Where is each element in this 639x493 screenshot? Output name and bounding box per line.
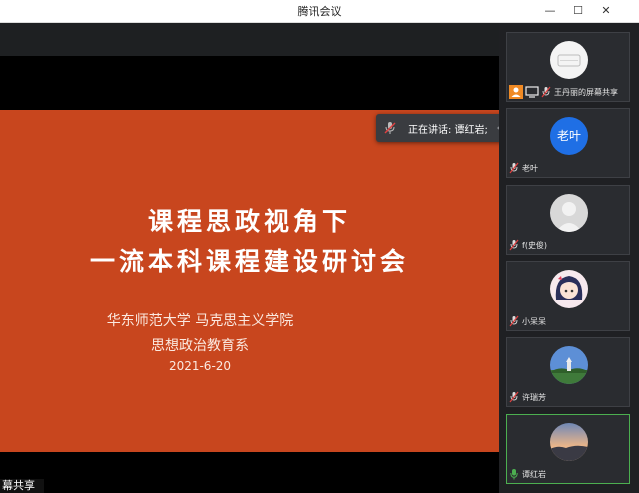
- speaking-text: 正在讲话: 谭红岩;: [408, 125, 488, 136]
- anime-girl-avatar: [550, 270, 588, 308]
- letterbox-bottom: [0, 452, 499, 493]
- landscape-photo-avatar: [550, 346, 588, 384]
- slide-date: 2021-6-20: [168, 359, 232, 373]
- maximize-button[interactable]: ☐: [569, 2, 587, 20]
- default-person-avatar: [550, 194, 588, 232]
- mic-muted-icon: [509, 315, 519, 327]
- mic-active-icon: [510, 469, 518, 480]
- screen-share-avatar-icon: [557, 54, 581, 67]
- mic-muted-icon: [541, 86, 551, 98]
- tile-name-bar: 谭红岩: [509, 467, 546, 481]
- participant-name: 小呆呆: [522, 316, 546, 326]
- close-button[interactable]: ✕: [597, 2, 615, 20]
- user-icon: [509, 85, 523, 99]
- mic-muted-icon: [509, 162, 519, 174]
- anime-girl-icon: [555, 276, 583, 300]
- participant-name: 许瑞芳: [522, 392, 546, 402]
- tile-name-bar: f(史俊): [509, 238, 547, 252]
- tile-name-bar: 老叶: [509, 161, 538, 175]
- mic-muted-icon: [509, 391, 519, 403]
- shared-screen-stage[interactable]: 课程思政视角下 一流本科课程建设研讨会 华东师范大学 马克思主义学院 思想政治教…: [0, 23, 499, 493]
- slide-title-line2: 一流本科课程建设研讨会: [89, 247, 409, 276]
- screen-share-avatar: [550, 41, 588, 79]
- slide-subtitle-line2: 思想政治教育系: [151, 338, 249, 354]
- participant-panel: 王丹丽的屏幕共享 老叶 老叶 f(史俊) 小呆呆 许瑞芳 谭红岩: [499, 23, 639, 493]
- mic-muted-icon: [384, 122, 396, 134]
- sunset-photo-icon: [550, 423, 588, 461]
- participant-tile[interactable]: 许瑞芳: [506, 337, 630, 407]
- participant-tile-active[interactable]: 谭红岩: [506, 414, 630, 484]
- participant-tile[interactable]: 老叶 老叶: [506, 108, 630, 178]
- slide-subtitle-line1: 华东师范大学 马克思主义学院: [106, 313, 294, 329]
- slide-title-line1: 课程思政视角下: [147, 207, 351, 236]
- tile-name-bar: 王丹丽的屏幕共享: [509, 85, 618, 99]
- minimize-button[interactable]: —: [541, 2, 559, 20]
- participant-name: 老叶: [522, 163, 538, 173]
- participant-name: 谭红岩: [522, 469, 546, 479]
- tile-name-bar: 许瑞芳: [509, 390, 546, 404]
- participant-tile[interactable]: f(史俊): [506, 185, 630, 255]
- text-avatar: 老叶: [550, 117, 588, 155]
- participant-tile[interactable]: 王丹丽的屏幕共享: [506, 32, 630, 102]
- participant-name: 王丹丽的屏幕共享: [554, 87, 618, 97]
- screen-share-label: 幕共享: [0, 479, 44, 493]
- presentation-slide: 课程思政视角下 一流本科课程建设研讨会 华东师范大学 马克思主义学院 思想政治教…: [0, 110, 499, 452]
- participant-tile[interactable]: 小呆呆: [506, 261, 630, 331]
- title-bar: 腾讯会议 — ☐ ✕: [0, 0, 639, 23]
- letterbox-top: [0, 56, 499, 110]
- stage-top-band: [0, 23, 499, 56]
- tile-name-bar: 小呆呆: [509, 314, 546, 328]
- default-person-icon: [556, 202, 582, 232]
- landscape-photo-icon: [550, 346, 588, 384]
- sunset-photo-avatar: [550, 423, 588, 461]
- mic-muted-icon: [509, 239, 519, 251]
- screen-share-icon: [525, 86, 539, 98]
- participant-name: f(史俊): [522, 240, 548, 250]
